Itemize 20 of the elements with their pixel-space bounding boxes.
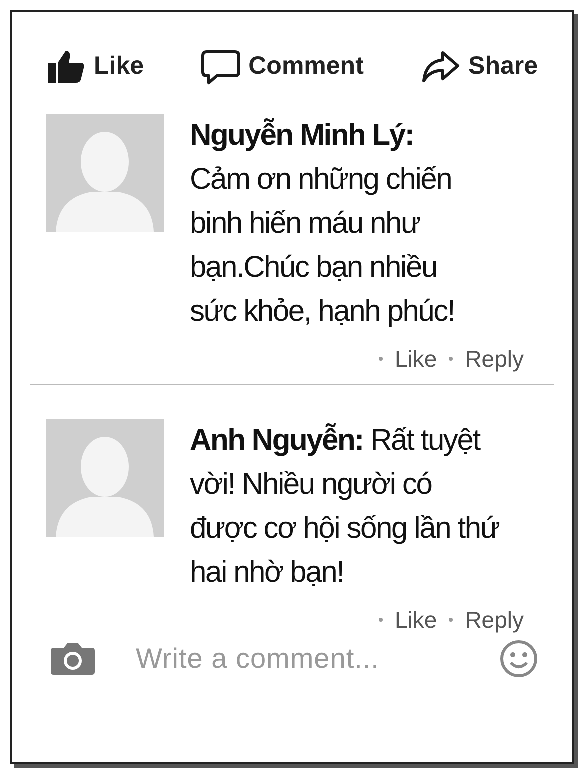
comment-author: Nguyễn Minh Lý: [190, 118, 415, 154]
speech-bubble-icon [200, 48, 241, 85]
smiley-icon[interactable] [500, 640, 538, 678]
reply-link[interactable]: Reply [465, 603, 524, 638]
like-link[interactable]: Like [394, 603, 438, 638]
comment-button[interactable]: Comment [200, 48, 364, 86]
separator-dot-icon [378, 618, 383, 622]
comment-input[interactable]: Write a comment... [136, 638, 484, 680]
separator-dot-icon [449, 618, 454, 622]
like-button[interactable]: Like [46, 48, 144, 86]
share-button[interactable]: Share [420, 48, 538, 86]
like-link[interactable]: Like [394, 342, 438, 376]
separator-dot-icon [449, 356, 454, 361]
comment-text: Anh Nguyễn: Rất tuyệt vời! Nhiều người có được cơ hội sống lần thứ hai nhờ bạn! [190, 422, 500, 591]
thumbs-up-icon [46, 48, 86, 85]
camera-icon [50, 642, 96, 676]
comment-text: Cảm ơn những chiến binh hiến máu như bạn.Chúc bạn nhiều sức khỏe, hạnh phúc! [190, 162, 456, 330]
separator-dot-icon [378, 356, 383, 361]
share-arrow-icon [420, 48, 461, 85]
reply-link[interactable]: Reply [465, 342, 524, 376]
